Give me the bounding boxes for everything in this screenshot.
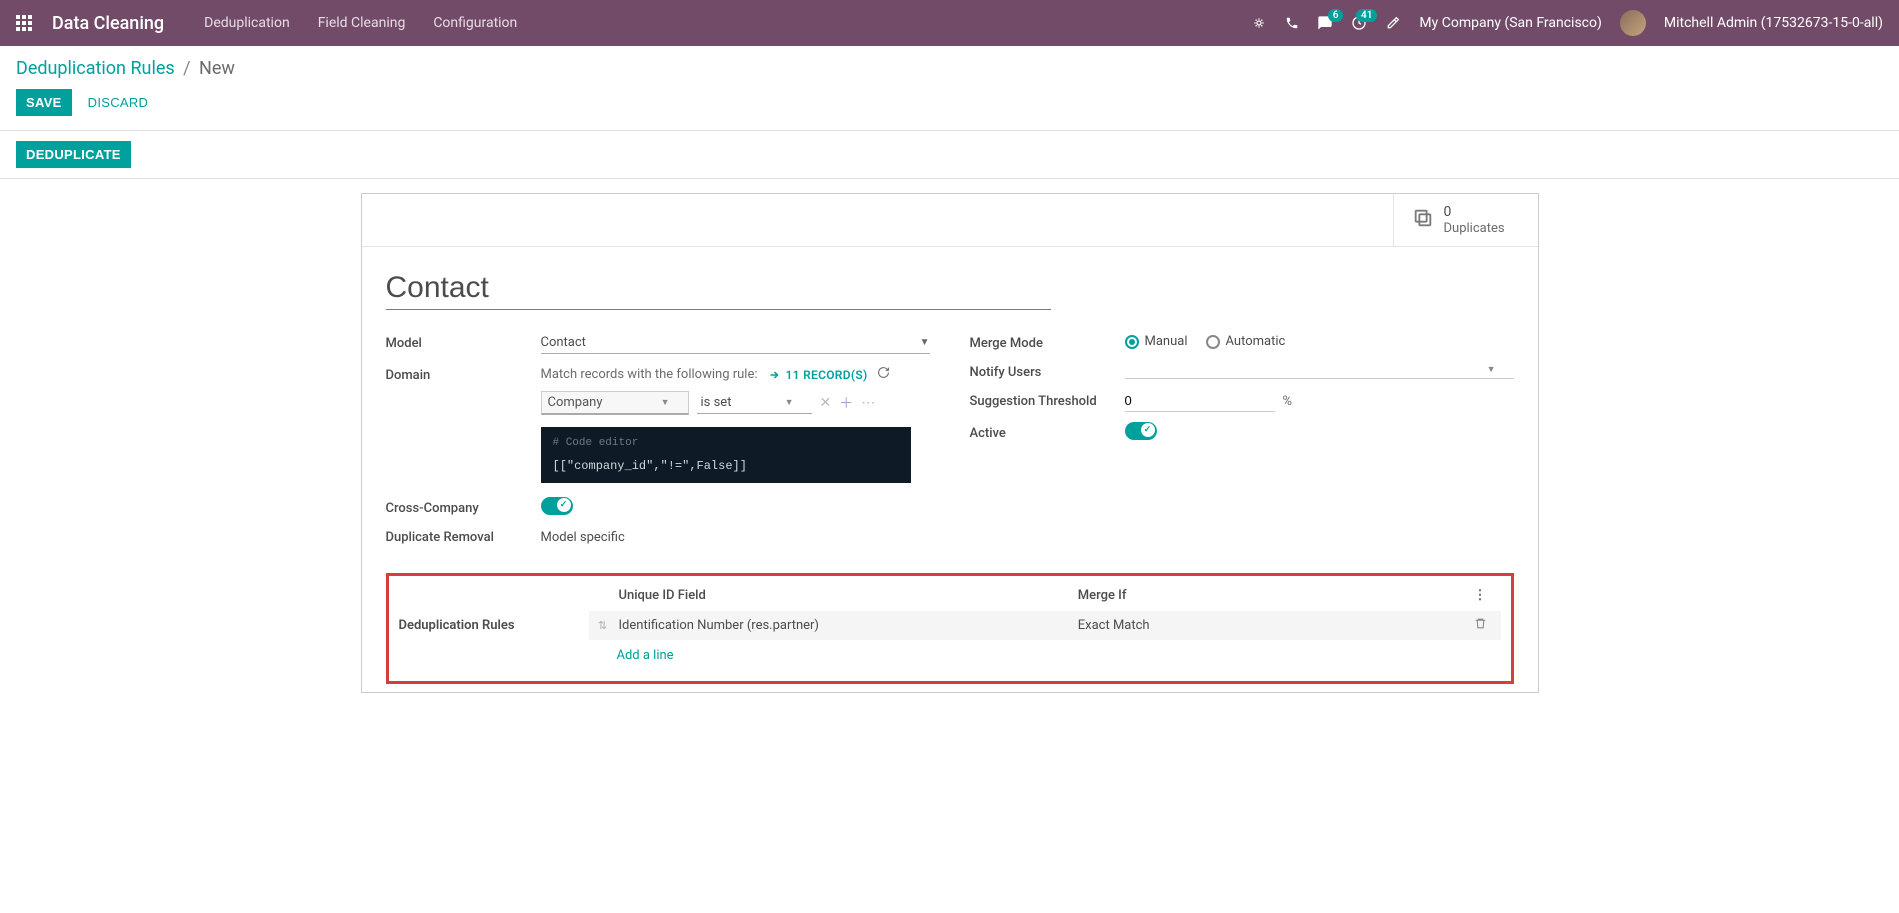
model-value: Contact bbox=[541, 335, 586, 350]
nav-field-cleaning[interactable]: Field Cleaning bbox=[318, 15, 406, 31]
activities-badge: 41 bbox=[1356, 9, 1377, 22]
duplicates-label: Duplicates bbox=[1444, 221, 1505, 237]
refresh-icon[interactable] bbox=[877, 366, 890, 383]
label-merge-mode: Merge Mode bbox=[970, 332, 1125, 351]
caret-down-icon: ▼ bbox=[1487, 364, 1496, 375]
pct-sign: % bbox=[1283, 394, 1293, 409]
domain-operator-select[interactable]: is set ▼ bbox=[697, 392, 812, 414]
activities-icon[interactable]: 41 bbox=[1351, 15, 1367, 31]
trash-icon[interactable] bbox=[1474, 619, 1487, 634]
drag-handle-icon[interactable]: ⇅ bbox=[589, 619, 617, 632]
breadcrumb-sep: / bbox=[183, 58, 190, 79]
cross-company-toggle[interactable] bbox=[541, 497, 573, 515]
deduplicate-button[interactable]: DEDUPLICATE bbox=[16, 141, 131, 168]
notify-users-input[interactable]: ▼ bbox=[1125, 361, 1514, 379]
radio-automatic[interactable]: Automatic bbox=[1206, 334, 1286, 349]
company-switcher[interactable]: My Company (San Francisco) bbox=[1419, 15, 1601, 31]
caret-down-icon: ▼ bbox=[785, 397, 794, 408]
statusbar: DEDUPLICATE bbox=[0, 131, 1899, 179]
domain-operator-value: is set bbox=[701, 395, 732, 410]
tools-icon[interactable] bbox=[1385, 15, 1401, 31]
kebab-icon[interactable]: ⋮ bbox=[1474, 588, 1488, 603]
row-merge-value: Exact Match bbox=[1078, 618, 1461, 633]
clone-icon bbox=[1412, 207, 1434, 233]
label-notify: Notify Users bbox=[970, 361, 1125, 380]
code-editor[interactable]: # Code editor [["company_id","!=",False]… bbox=[541, 427, 911, 483]
discard-button[interactable]: DISCARD bbox=[88, 95, 149, 110]
dedup-rules-section: Deduplication Rules Unique ID Field Merg… bbox=[386, 573, 1514, 684]
domain-field-select[interactable]: Company ▼ bbox=[541, 391, 689, 415]
delete-node-icon[interactable]: ✕ bbox=[820, 395, 832, 411]
records-count: 11 RECORD(S) bbox=[786, 368, 868, 382]
add-line-link[interactable]: Add a line bbox=[617, 648, 674, 663]
threshold-input[interactable] bbox=[1125, 390, 1275, 412]
rules-section-title: Deduplication Rules bbox=[399, 618, 589, 633]
caret-down-icon: ▼ bbox=[920, 337, 930, 348]
domain-field-value: Company bbox=[548, 395, 603, 410]
app-title[interactable]: Data Cleaning bbox=[52, 13, 164, 34]
messages-badge: 6 bbox=[1328, 9, 1344, 22]
messages-icon[interactable]: 6 bbox=[1317, 15, 1333, 31]
code-comment: # Code editor bbox=[553, 437, 899, 449]
apps-icon[interactable] bbox=[16, 15, 32, 31]
save-button[interactable]: SAVE bbox=[16, 89, 72, 116]
label-threshold: Suggestion Threshold bbox=[970, 390, 1125, 409]
breadcrumb-current: New bbox=[199, 58, 235, 79]
avatar[interactable] bbox=[1620, 10, 1646, 36]
breadcrumb: Deduplication Rules / New bbox=[16, 58, 1883, 79]
active-toggle[interactable] bbox=[1125, 422, 1157, 440]
domain-match-text: Match records with the following rule: bbox=[541, 367, 758, 382]
radio-manual[interactable]: Manual bbox=[1125, 334, 1188, 349]
phone-icon[interactable] bbox=[1285, 16, 1299, 30]
label-cross-company: Cross-Company bbox=[386, 497, 541, 516]
user-menu[interactable]: Mitchell Admin (17532673-15-0-all) bbox=[1664, 15, 1883, 31]
breadcrumb-root[interactable]: Deduplication Rules bbox=[16, 58, 175, 79]
more-node-icon[interactable]: ⋯ bbox=[861, 395, 875, 411]
action-bar: SAVE DISCARD bbox=[0, 79, 1899, 131]
caret-down-icon: ▼ bbox=[661, 397, 670, 408]
radio-manual-label: Manual bbox=[1145, 334, 1188, 349]
dup-removal-value: Model specific bbox=[541, 526, 930, 545]
label-dup-removal: Duplicate Removal bbox=[386, 526, 541, 545]
nav-configuration[interactable]: Configuration bbox=[433, 15, 517, 31]
nav-menu: Deduplication Field Cleaning Configurati… bbox=[204, 15, 517, 31]
radio-auto-label: Automatic bbox=[1226, 334, 1286, 349]
label-domain: Domain bbox=[386, 364, 541, 383]
row-field-value: Identification Number (res.partner) bbox=[617, 618, 1078, 633]
topbar: Data Cleaning Deduplication Field Cleani… bbox=[0, 0, 1899, 46]
duplicates-count: 0 bbox=[1444, 204, 1505, 221]
form-sheet: 0 Duplicates Model Contact ▼ bbox=[361, 193, 1539, 693]
button-box: 0 Duplicates bbox=[362, 194, 1538, 247]
nav-deduplication[interactable]: Deduplication bbox=[204, 15, 290, 31]
radio-checked-icon bbox=[1125, 335, 1139, 349]
col-header-field: Unique ID Field bbox=[617, 588, 1078, 603]
table-row[interactable]: ⇅ Identification Number (res.partner) Ex… bbox=[589, 611, 1501, 640]
add-node-icon[interactable]: ＋ bbox=[839, 393, 853, 413]
label-active: Active bbox=[970, 422, 1125, 441]
model-select[interactable]: Contact ▼ bbox=[541, 332, 930, 354]
radio-unchecked-icon bbox=[1206, 335, 1220, 349]
name-input[interactable] bbox=[386, 271, 1051, 310]
duplicates-stat-button[interactable]: 0 Duplicates bbox=[1393, 194, 1538, 246]
debug-icon[interactable] bbox=[1251, 15, 1267, 31]
col-header-merge: Merge If bbox=[1078, 588, 1461, 603]
code-content: [["company_id","!=",False]] bbox=[553, 459, 899, 473]
label-model: Model bbox=[386, 332, 541, 351]
records-link[interactable]: 11 RECORD(S) bbox=[768, 368, 868, 382]
